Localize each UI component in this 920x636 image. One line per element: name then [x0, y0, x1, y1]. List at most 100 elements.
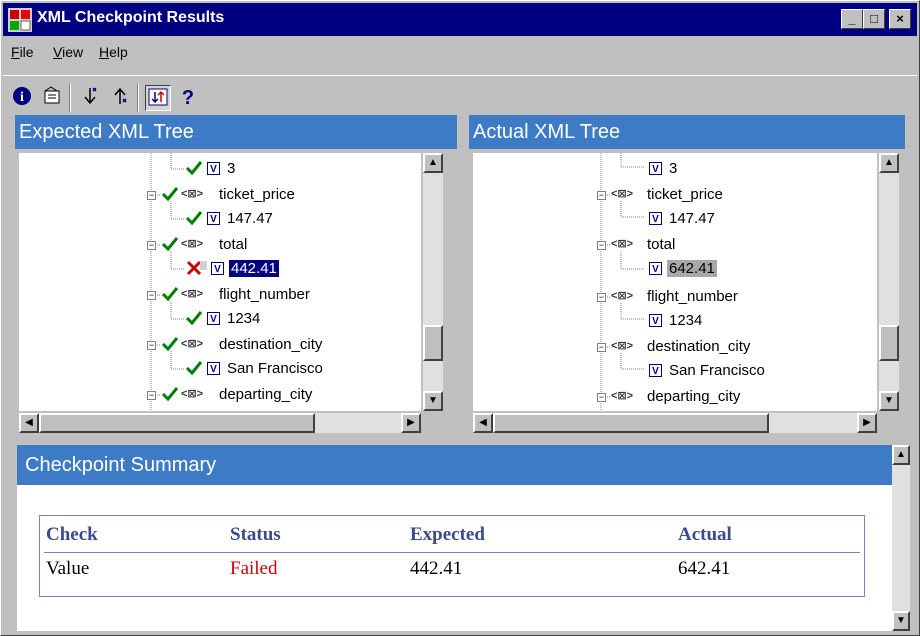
- expected-pane-title: Expected XML Tree: [15, 115, 457, 149]
- toolbar-separator: [69, 84, 71, 112]
- selected-value: 442.41: [228, 259, 280, 278]
- maximize-button[interactable]: □: [863, 9, 885, 29]
- value-node-icon: V: [649, 314, 662, 327]
- minimize-button[interactable]: _: [841, 9, 863, 29]
- menu-view[interactable]: View: [53, 44, 83, 60]
- check-icon: [161, 387, 179, 402]
- element-node-icon: <⊠>: [611, 188, 634, 200]
- help-icon: ?: [181, 87, 195, 109]
- check-icon: [161, 287, 179, 302]
- scroll-thumb[interactable]: [39, 413, 315, 433]
- collapse-icon[interactable]: −: [147, 341, 156, 350]
- value-node-icon: V: [207, 162, 220, 175]
- scroll-up-button[interactable]: ▲: [879, 153, 899, 173]
- svg-text:i: i: [20, 90, 24, 105]
- value-node-icon: V: [207, 312, 220, 325]
- fail-icon: [186, 260, 207, 276]
- value-node-icon: V: [649, 364, 662, 377]
- collapse-icon[interactable]: −: [147, 291, 156, 300]
- cell-check: Value: [46, 558, 90, 579]
- check-icon: [185, 211, 203, 226]
- scroll-thumb[interactable]: [493, 413, 769, 433]
- collapse-icon[interactable]: −: [597, 293, 606, 302]
- scroll-left-button[interactable]: ◀: [473, 413, 493, 433]
- summary-vertical-scrollbar[interactable]: ▲ ▼: [892, 445, 910, 631]
- toolbar: i ?: [3, 75, 917, 116]
- selected-value: 642.41: [667, 260, 717, 277]
- value-node-icon: V: [207, 212, 220, 225]
- expected-pane: Expected XML Tree V 3 − <⊠> ticket_price…: [15, 115, 457, 437]
- check-icon: [161, 237, 179, 252]
- info-icon: i: [13, 87, 31, 105]
- synchronize-button[interactable]: [145, 85, 171, 111]
- xml-checkpoint-window: XML Checkpoint Results _ □ × File View H…: [0, 0, 920, 636]
- cell-expected: 442.41: [410, 558, 463, 579]
- actual-pane: Actual XML Tree V 3 − <⊠> ticket_price V…: [469, 115, 905, 437]
- actual-horizontal-scrollbar[interactable]: ◀ ▶: [473, 413, 877, 433]
- check-icon: [185, 311, 203, 326]
- check-icon: [185, 361, 203, 376]
- info-button[interactable]: i: [9, 85, 35, 111]
- scroll-down-button[interactable]: ▼: [892, 611, 910, 631]
- scroll-left-button[interactable]: ◀: [19, 413, 39, 433]
- scroll-right-button[interactable]: ▶: [401, 413, 421, 433]
- header-divider: [44, 552, 860, 553]
- next-mismatch-button[interactable]: [77, 85, 103, 111]
- collapse-icon[interactable]: −: [597, 393, 606, 402]
- properties-icon: [44, 86, 60, 104]
- prev-mismatch-icon: [114, 87, 127, 104]
- element-node-icon: <⊠>: [611, 290, 634, 302]
- scroll-down-button[interactable]: ▼: [423, 391, 443, 411]
- element-node-icon: <⊠>: [181, 238, 204, 250]
- app-icon: [8, 8, 32, 32]
- column-header-check: Check: [46, 524, 98, 545]
- check-icon: [161, 187, 179, 202]
- collapse-icon[interactable]: −: [597, 241, 606, 250]
- element-node-icon: <⊠>: [611, 390, 634, 402]
- column-header-actual: Actual: [678, 524, 732, 545]
- expected-vertical-scrollbar[interactable]: ▲ ▼: [423, 153, 443, 411]
- value-node-icon: V: [649, 162, 662, 175]
- element-node-icon: <⊠>: [181, 388, 204, 400]
- summary-table: Check Status Expected Actual Value Faile…: [39, 515, 865, 597]
- menu-file[interactable]: File: [11, 44, 34, 60]
- maximize-icon: □: [870, 11, 878, 26]
- actual-vertical-scrollbar[interactable]: ▲ ▼: [879, 153, 899, 411]
- next-mismatch-icon: [84, 87, 97, 105]
- collapse-icon[interactable]: −: [147, 241, 156, 250]
- cell-actual: 642.41: [678, 558, 731, 579]
- close-icon: ×: [896, 11, 904, 26]
- menu-bar: File View Help: [3, 39, 917, 65]
- scroll-thumb[interactable]: [423, 325, 443, 361]
- scroll-up-button[interactable]: ▲: [892, 445, 910, 465]
- toolbar-separator: [137, 84, 139, 112]
- scroll-down-button[interactable]: ▼: [879, 391, 899, 411]
- column-header-status: Status: [230, 524, 281, 545]
- collapse-icon[interactable]: −: [147, 191, 156, 200]
- properties-button[interactable]: [39, 85, 65, 111]
- actual-pane-title: Actual XML Tree: [469, 115, 905, 149]
- scroll-thumb[interactable]: [879, 325, 899, 361]
- status-badge: Failed: [230, 558, 278, 579]
- value-node-icon: V: [211, 262, 224, 275]
- element-node-icon: <⊠>: [181, 288, 204, 300]
- element-node-icon: <⊠>: [181, 188, 204, 200]
- collapse-icon[interactable]: −: [597, 343, 606, 352]
- element-node-icon: <⊠>: [611, 238, 634, 250]
- collapse-icon[interactable]: −: [597, 191, 606, 200]
- scroll-up-button[interactable]: ▲: [423, 153, 443, 173]
- value-node-icon: V: [207, 362, 220, 375]
- check-icon: [185, 161, 203, 176]
- help-button[interactable]: ?: [175, 85, 201, 111]
- scroll-right-button[interactable]: ▶: [857, 413, 877, 433]
- menu-help[interactable]: Help: [99, 44, 128, 60]
- collapse-icon[interactable]: −: [147, 391, 156, 400]
- expected-tree[interactable]: V 3 − <⊠> ticket_price V 147.47 − <⊠> to…: [19, 153, 421, 411]
- prev-mismatch-button[interactable]: [107, 85, 133, 111]
- minimize-icon: _: [848, 11, 856, 26]
- title-bar[interactable]: XML Checkpoint Results _ □ ×: [3, 3, 917, 36]
- actual-tree[interactable]: V 3 − <⊠> ticket_price V 147.47 − <⊠> to…: [473, 153, 877, 411]
- close-button[interactable]: ×: [889, 9, 911, 29]
- expected-horizontal-scrollbar[interactable]: ◀ ▶: [19, 413, 421, 433]
- window-title: XML Checkpoint Results: [37, 9, 225, 26]
